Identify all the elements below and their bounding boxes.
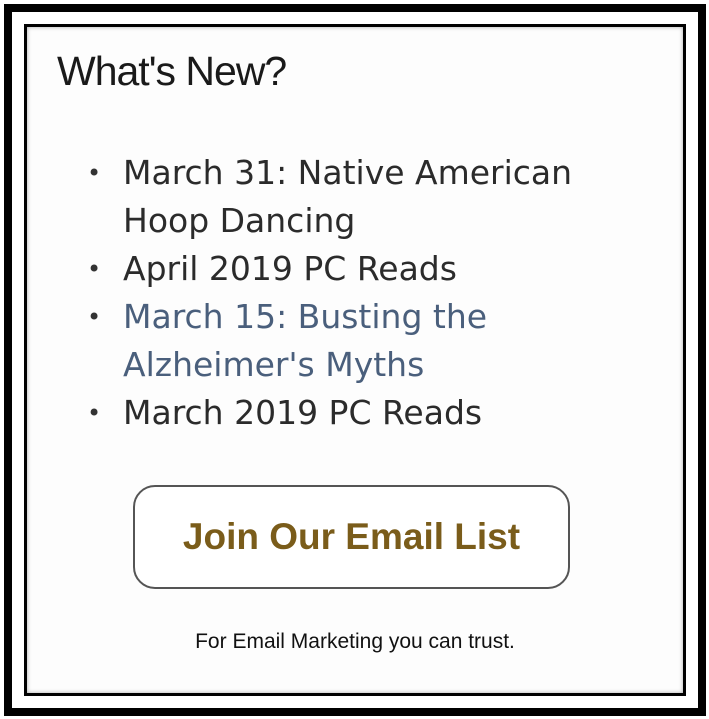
news-item-march-2019-pc-reads[interactable]: • March 2019 PC Reads (87, 389, 627, 437)
whats-new-widget: What's New? • March 31: Native American … (24, 24, 686, 696)
widget-outer-frame: What's New? • March 31: Native American … (4, 4, 706, 716)
bullet-icon: • (87, 255, 102, 283)
news-item-april-2019-pc-reads[interactable]: • April 2019 PC Reads (87, 245, 627, 293)
news-item-link[interactable]: March 15: Busting the Alzheimer's Myths (123, 297, 487, 384)
widget-frame-gap: What's New? • March 31: Native American … (20, 20, 690, 700)
news-item-busting-alzheimers-myths[interactable]: • March 15: Busting the Alzheimer's Myth… (87, 293, 627, 389)
email-marketing-tagline: For Email Marketing you can trust. (195, 630, 515, 653)
news-list: • March 31: Native American Hoop Dancing… (87, 149, 627, 437)
bullet-icon: • (87, 303, 102, 331)
news-item-link[interactable]: March 31: Native American Hoop Dancing (123, 153, 572, 240)
news-item-link[interactable]: March 2019 PC Reads (123, 393, 482, 432)
bullet-icon: • (87, 399, 102, 427)
widget-title: What's New? (57, 48, 287, 94)
news-item-native-american-hoop-dancing[interactable]: • March 31: Native American Hoop Dancing (87, 149, 627, 245)
join-email-list-label: Join Our Email List (182, 516, 521, 557)
news-item-link[interactable]: April 2019 PC Reads (123, 249, 457, 288)
bullet-icon: • (87, 159, 102, 187)
join-email-list-button[interactable]: Join Our Email List (133, 485, 570, 589)
